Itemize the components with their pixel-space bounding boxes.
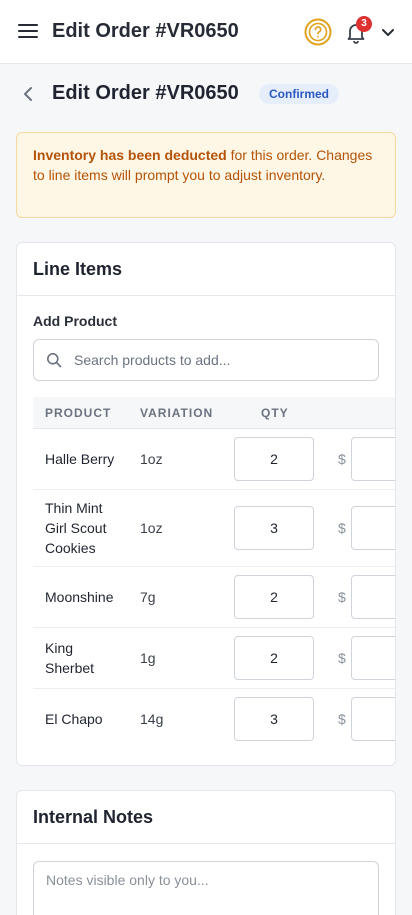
price-input[interactable]	[351, 437, 395, 481]
table-row: El Chapo 14g $	[33, 689, 395, 750]
inventory-alert: Inventory has been deducted for this ord…	[16, 132, 396, 218]
qty-input[interactable]	[234, 636, 314, 680]
row-variation: 1oz	[140, 451, 163, 467]
product-search-box	[33, 339, 379, 381]
hamburger-menu-icon[interactable]	[18, 22, 38, 40]
row-product: Halle Berry	[45, 451, 115, 467]
price-input[interactable]	[351, 697, 395, 741]
qty-input[interactable]	[234, 575, 314, 619]
chevron-left-icon[interactable]	[18, 84, 38, 104]
row-product: El Chapo	[45, 711, 103, 727]
qty-input[interactable]	[234, 506, 314, 550]
price-input[interactable]	[351, 575, 395, 619]
table-row: King Sherbet 1g $	[33, 628, 395, 689]
currency-symbol: $	[338, 589, 346, 605]
table-row: Halle Berry 1oz $	[33, 429, 395, 490]
qty-input[interactable]	[234, 697, 314, 741]
question-circle-icon[interactable]	[304, 18, 332, 46]
qty-input[interactable]	[234, 437, 314, 481]
row-product: King Sherbet	[45, 640, 95, 676]
line-items-title: Line Items	[17, 243, 395, 296]
internal-notes-card: Internal Notes	[16, 790, 396, 915]
chevron-down-icon[interactable]	[380, 24, 396, 40]
notification-count-badge: 3	[356, 16, 372, 32]
price-input[interactable]	[351, 636, 395, 680]
currency-symbol: $	[338, 451, 346, 467]
currency-symbol: $	[338, 711, 346, 727]
line-items-card: Line Items Add Product PRODUCT VARIATION…	[16, 242, 396, 766]
search-icon	[47, 353, 62, 368]
status-badge: Confirmed	[259, 84, 339, 104]
row-product: Thin Mint Girl Scout Cookies	[45, 500, 107, 556]
app-bar-title: Edit Order #VR0650	[52, 20, 239, 42]
currency-symbol: $	[338, 650, 346, 666]
internal-notes-title: Internal Notes	[17, 791, 395, 844]
product-search-input[interactable]	[74, 340, 370, 380]
page-title: Edit Order #VR0650	[52, 82, 239, 104]
currency-symbol: $	[338, 520, 346, 536]
table-row: Moonshine 7g $	[33, 567, 395, 628]
row-variation: 14g	[140, 711, 164, 727]
table-row: Thin Mint Girl Scout Cookies 1oz $	[33, 490, 395, 567]
table-header: PRODUCT VARIATION QTY	[33, 397, 395, 429]
alert-strong-text: Inventory has been deducted	[33, 147, 227, 163]
row-variation: 1g	[140, 650, 156, 666]
top-app-bar: Edit Order #VR0650 3	[0, 0, 412, 64]
row-variation: 1oz	[140, 520, 163, 536]
row-variation: 7g	[140, 589, 156, 605]
row-product: Moonshine	[45, 589, 114, 605]
internal-notes-textarea[interactable]	[33, 861, 379, 915]
column-header-qty: QTY	[261, 406, 289, 420]
price-input[interactable]	[351, 506, 395, 550]
column-header-product: PRODUCT	[45, 406, 112, 420]
column-header-variation: VARIATION	[140, 406, 214, 420]
line-items-table: PRODUCT VARIATION QTY Halle Berry 1oz $ …	[33, 397, 395, 750]
add-product-label: Add Product	[33, 313, 117, 329]
